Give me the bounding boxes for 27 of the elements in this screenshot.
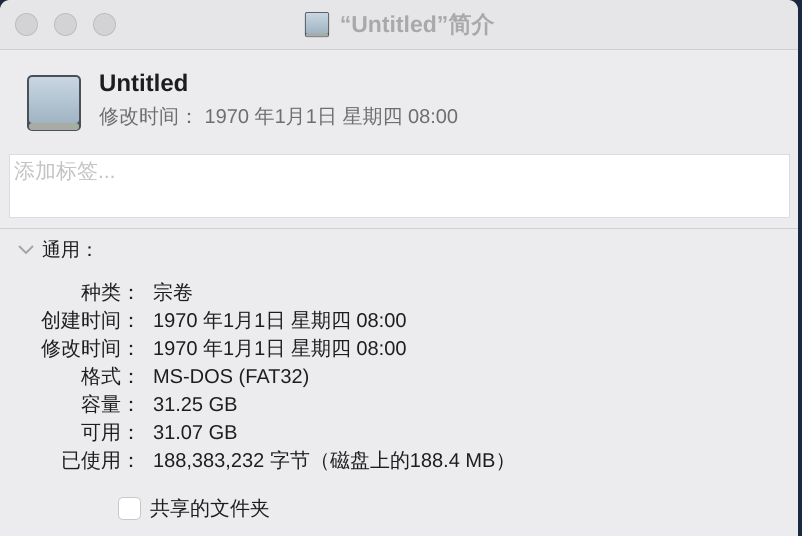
field-label: 格式： xyxy=(80,365,141,390)
modified-date: 修改时间： 1970 年1月1日 星期四 08:00 xyxy=(99,105,458,130)
field-label: 创建时间： xyxy=(40,309,141,334)
checkbox-label: 共享的文件夹 xyxy=(150,497,270,522)
field-label: 种类： xyxy=(80,281,141,306)
field-label: 已使用： xyxy=(60,449,141,474)
drive-icon xyxy=(25,74,83,134)
zoom-button[interactable] xyxy=(93,13,116,36)
chevron-icon[interactable] xyxy=(18,245,34,255)
field-value: 1970 年1月1日 星期四 08:00 xyxy=(153,309,408,334)
drive-icon xyxy=(304,10,330,40)
section-title: 通用： xyxy=(42,239,99,263)
checkbox[interactable] xyxy=(118,497,141,520)
field-value: MS-DOS (FAT32) xyxy=(153,365,310,390)
field-value: 188,383,232 字节（磁盘上的188.4 MB） xyxy=(153,449,516,474)
field-value: 1970 年1月1日 星期四 08:00 xyxy=(153,337,408,362)
field-label: 修改时间： xyxy=(40,337,141,362)
field-value: 31.25 GB xyxy=(153,393,239,418)
minimize-button[interactable] xyxy=(54,13,77,36)
field-value: 31.07 GB xyxy=(153,421,239,446)
file-name: Untitled xyxy=(99,70,190,98)
field-label: 容量： xyxy=(80,393,141,418)
window-title: “Untitled”简介 xyxy=(340,10,494,39)
field-value: 宗卷 xyxy=(153,281,194,306)
close-button[interactable] xyxy=(15,13,38,36)
tags-field[interactable]: 添加标签... xyxy=(9,154,790,218)
field-label: 可用： xyxy=(80,421,141,446)
